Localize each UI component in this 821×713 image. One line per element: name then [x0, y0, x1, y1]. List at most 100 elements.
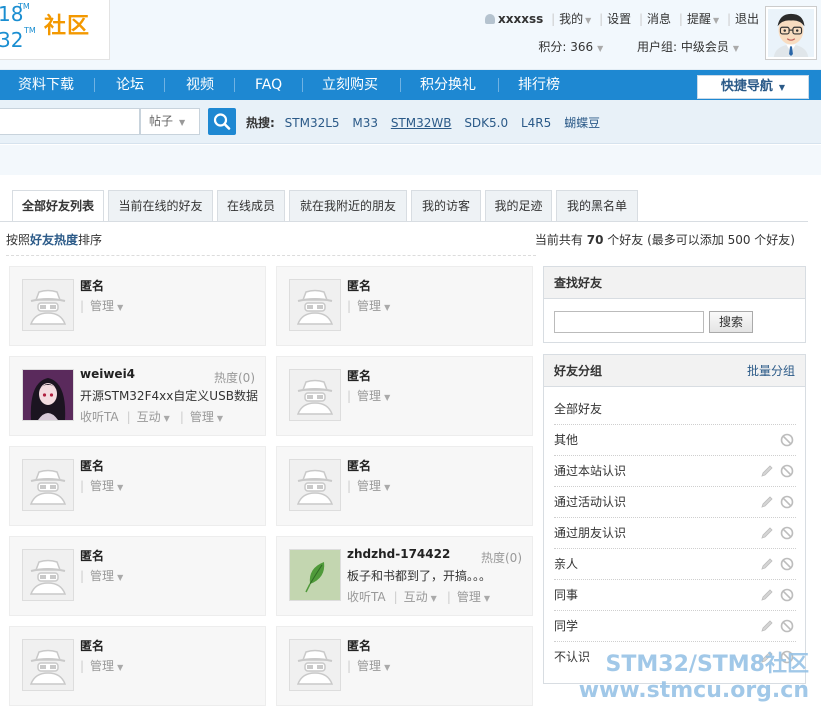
manage-menu[interactable]: 管理 ▼	[90, 479, 133, 493]
leaf-avatar-icon	[290, 550, 340, 600]
delete-icon[interactable]	[780, 526, 794, 540]
search-button[interactable]	[208, 108, 236, 135]
nav-item-ranking[interactable]: 排行榜	[518, 70, 560, 100]
manage-menu[interactable]: 管理 ▼	[357, 659, 400, 673]
credit-bar: 积分: 366 ▼ 用户组: 中级会员 ▼	[538, 38, 739, 55]
username-link[interactable]: xxxxss	[498, 12, 543, 26]
delete-icon[interactable]	[780, 464, 794, 478]
friend-group-item[interactable]: 全部好友	[554, 394, 796, 425]
hot-tag[interactable]: SDK5.0	[464, 116, 508, 130]
manage-menu[interactable]: 管理 ▼	[457, 590, 500, 604]
manage-menu[interactable]: 管理 ▼	[90, 299, 133, 313]
delete-icon[interactable]	[780, 619, 794, 633]
user-avatar[interactable]	[765, 6, 817, 60]
settings-link[interactable]: 设置	[607, 10, 631, 27]
follow-link[interactable]: 收听TA	[80, 410, 119, 424]
delete-icon[interactable]	[780, 495, 794, 509]
follow-link[interactable]: 收听TA	[347, 590, 386, 604]
manage-menu[interactable]: 管理 ▼	[357, 479, 400, 493]
credits-menu[interactable]: 积分: 366 ▼	[538, 40, 603, 54]
friend-group-item[interactable]: 通过朋友认识	[554, 518, 796, 549]
friend-name[interactable]: zhdzhd-174422	[347, 547, 450, 561]
sort-key-link[interactable]: 好友热度	[30, 233, 78, 247]
friend-name[interactable]: 匿名	[347, 277, 371, 294]
friend-avatar[interactable]	[22, 639, 74, 691]
hot-tag[interactable]: STM32L5	[285, 116, 340, 130]
edit-icon[interactable]	[760, 495, 774, 509]
nav-item-buy[interactable]: 立刻购买	[322, 70, 378, 100]
friend-avatar[interactable]	[289, 279, 341, 331]
tab-all-friends[interactable]: 全部好友列表	[12, 190, 104, 222]
find-friend-input[interactable]	[554, 311, 704, 333]
hot-tag[interactable]: STM32WB	[391, 116, 452, 130]
nav-item-points[interactable]: 积分换礼	[420, 70, 476, 100]
friend-name[interactable]: 匿名	[80, 457, 104, 474]
batch-group-link[interactable]: 批量分组	[747, 355, 795, 387]
edit-icon[interactable]	[760, 526, 774, 540]
friend-avatar[interactable]	[289, 459, 341, 511]
friend-name[interactable]: 匿名	[347, 637, 371, 654]
usergroup-menu[interactable]: 用户组: 中级会员 ▼	[637, 40, 739, 54]
friend-avatar[interactable]	[289, 369, 341, 421]
search-input[interactable]	[0, 108, 140, 135]
hot-tag[interactable]: M33	[352, 116, 378, 130]
friend-name[interactable]: weiwei4	[80, 367, 135, 381]
friend-avatar[interactable]	[22, 279, 74, 331]
edit-icon[interactable]	[760, 588, 774, 602]
search-type-select[interactable]: 帖子 ▼	[140, 108, 200, 135]
friend-avatar[interactable]	[22, 459, 74, 511]
edit-icon[interactable]	[760, 557, 774, 571]
friend-name[interactable]: 匿名	[80, 547, 104, 564]
friend-avatar[interactable]	[289, 549, 341, 601]
delete-icon[interactable]	[780, 433, 794, 447]
tab-online-members[interactable]: 在线成员	[217, 190, 285, 221]
nav-item-video[interactable]: 视频	[186, 70, 214, 100]
manage-menu[interactable]: 管理 ▼	[357, 299, 400, 313]
manage-menu[interactable]: 管理 ▼	[90, 569, 133, 583]
manage-menu[interactable]: 管理 ▼	[190, 410, 233, 424]
nav-item-forum[interactable]: 论坛	[116, 70, 144, 100]
my-menu[interactable]: 我的 ▼	[559, 10, 591, 27]
friend-group-item[interactable]: 其他	[554, 425, 796, 456]
hot-search: 热搜: STM32L5 M33 STM32WB SDK5.0 L4R5 蝴蝶豆	[246, 114, 609, 131]
manage-menu[interactable]: 管理 ▼	[90, 659, 133, 673]
tab-my-visitors[interactable]: 我的访客	[411, 190, 481, 221]
delete-icon[interactable]	[780, 557, 794, 571]
friend-avatar[interactable]	[22, 369, 74, 421]
tab-online-friends[interactable]: 当前在线的好友	[108, 190, 213, 221]
delete-icon[interactable]	[780, 588, 794, 602]
friend-group-item[interactable]: 通过本站认识	[554, 456, 796, 487]
hot-tag[interactable]: 蝴蝶豆	[564, 116, 600, 130]
friend-heat: 热度(0)	[214, 371, 255, 385]
friend-group-item[interactable]: 同学	[554, 611, 796, 642]
interact-menu[interactable]: 互动 ▼	[137, 410, 180, 424]
find-friend-button[interactable]: 搜索	[709, 311, 753, 333]
friend-name[interactable]: 匿名	[80, 637, 104, 654]
edit-icon[interactable]	[760, 619, 774, 633]
logout-link[interactable]: 退出	[735, 10, 759, 27]
site-logo[interactable]: 18 TM 32 TM 社区	[0, 0, 110, 60]
reminders-menu[interactable]: 提醒 ▼	[687, 10, 719, 27]
quick-nav-button[interactable]: 快捷导航 ▼	[697, 75, 809, 99]
manage-menu[interactable]: 管理 ▼	[357, 389, 400, 403]
friend-name[interactable]: 匿名	[347, 367, 371, 384]
tab-nearby-friends[interactable]: 就在我附近的朋友	[289, 190, 407, 221]
friend-group-item[interactable]: 通过活动认识	[554, 487, 796, 518]
interact-menu[interactable]: 互动 ▼	[404, 590, 447, 604]
nav-item-faq[interactable]: FAQ	[255, 70, 282, 100]
friend-avatar[interactable]	[22, 549, 74, 601]
nav-item-downloads[interactable]: 资料下载	[18, 70, 74, 100]
hot-tag[interactable]: L4R5	[521, 116, 551, 130]
messages-link[interactable]: 消息	[647, 10, 671, 27]
friend-name[interactable]: 匿名	[347, 457, 371, 474]
tab-my-blacklist[interactable]: 我的黑名单	[556, 190, 638, 221]
friend-group-label: 通过本站认识	[554, 464, 627, 478]
friend-avatar[interactable]	[289, 639, 341, 691]
tab-my-footprints[interactable]: 我的足迹	[485, 190, 552, 221]
friend-group-item[interactable]: 同事	[554, 580, 796, 611]
friend-name[interactable]: 匿名	[80, 277, 104, 294]
site-watermark: STM32/STM8社区 www.stmcu.org.cn	[579, 652, 809, 704]
logo-tm-top: TM	[18, 2, 30, 11]
friend-group-item[interactable]: 亲人	[554, 549, 796, 580]
edit-icon[interactable]	[760, 464, 774, 478]
